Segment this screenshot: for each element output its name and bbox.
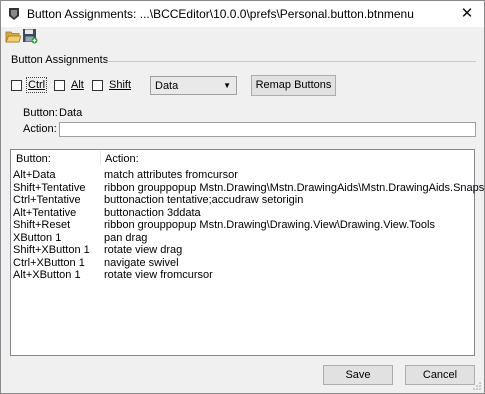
list-item[interactable]: Alt+Data match attributes fromcursor <box>11 169 474 182</box>
list-item-action: buttonaction 3ddata <box>104 206 201 219</box>
column-header-button[interactable]: Button: <box>16 153 51 165</box>
list-item-action: ribbon grouppopup Mstn.Drawing\Drawing.V… <box>104 219 435 231</box>
list-item[interactable]: XButton 1 pan drag <box>11 232 474 245</box>
list-item-action: pan drag <box>104 231 148 244</box>
ctrl-checkbox[interactable]: Ctrl <box>11 77 48 93</box>
list-item-action: ribbon grouppopup Mstn.Drawing\Mstn.Draw… <box>104 181 485 194</box>
list-item-button: Shift+Reset <box>13 219 71 231</box>
list-item[interactable]: Alt+XButton 1 rotate view fromcursor <box>11 269 474 282</box>
cancel-button[interactable]: Cancel <box>405 365 475 385</box>
app-logo-icon <box>9 8 19 20</box>
list-item-button: Shift+Tentative <box>13 181 86 194</box>
list-rows: Alt+Data match attributes fromcursor Shift… <box>11 169 484 282</box>
column-separator[interactable] <box>100 151 101 165</box>
alt-checkbox[interactable]: Alt <box>54 78 84 92</box>
list-header: Button: Action: <box>11 150 474 166</box>
column-header-action[interactable]: Action: <box>105 153 139 165</box>
folder-open-icon[interactable] <box>5 28 21 44</box>
shift-checkbox-label: Shift <box>109 79 132 91</box>
button-field-label: Button: <box>23 107 58 119</box>
close-button[interactable]: ✕ <box>450 1 484 27</box>
resize-grip-icon[interactable] <box>472 381 482 391</box>
group-divider <box>104 61 476 62</box>
remap-buttons-button[interactable]: Remap Buttons <box>251 75 336 96</box>
chevron-down-icon: ▼ <box>223 81 231 90</box>
action-field-label: Action: <box>23 123 57 135</box>
title-bar: Button Assignments: ...\BCCEditor\10.0.0… <box>1 1 484 27</box>
list-item-button: Shift+XButton 1 <box>13 244 90 256</box>
list-item-action: match attributes fromcursor <box>104 169 238 181</box>
list-item-button: XButton 1 <box>13 231 62 244</box>
save-button[interactable]: Save <box>323 365 393 385</box>
alt-checkbox-box[interactable] <box>54 79 65 91</box>
list-item-action: navigate swivel <box>104 256 179 269</box>
list-item[interactable]: Ctrl+XButton 1 navigate swivel <box>11 257 474 270</box>
button-field-value: Data <box>59 107 83 119</box>
list-item-button: Alt+Data <box>13 169 56 181</box>
list-item-button: Alt+XButton 1 <box>13 269 81 281</box>
list-item-action: buttonaction tentative;accudraw setorigi… <box>104 194 304 206</box>
list-item[interactable]: Shift+Tentative ribbon grouppopup Mstn.Dr… <box>11 181 484 195</box>
window-title: Button Assignments: ...\BCCEditor\10.0.0… <box>27 7 414 21</box>
button-type-dropdown[interactable]: Data ▼ <box>150 76 237 95</box>
list-item-button: Ctrl+Tentative <box>13 194 81 206</box>
list-item-action: rotate view drag <box>104 244 183 256</box>
dropdown-value: Data <box>155 80 179 92</box>
shift-checkbox[interactable]: Shift <box>92 78 131 92</box>
list-item[interactable]: Alt+Tentative buttonaction 3ddata <box>11 207 474 220</box>
list-item-button: Alt+Tentative <box>13 206 77 219</box>
group-label: Button Assignments <box>11 54 109 66</box>
list-item[interactable]: Ctrl+Tentative buttonaction tentative;acc… <box>11 194 474 207</box>
list-item[interactable]: Shift+XButton 1 rotate view drag <box>11 244 474 257</box>
shift-checkbox-box[interactable] <box>92 79 103 91</box>
list-item-action: rotate view fromcursor <box>104 269 213 281</box>
list-item-button: Ctrl+XButton 1 <box>13 256 85 269</box>
action-input[interactable] <box>59 122 476 137</box>
list-item[interactable]: Shift+Reset ribbon grouppopup Mstn.Drawin… <box>11 219 474 232</box>
alt-checkbox-label: Alt <box>71 79 84 91</box>
ctrl-checkbox-label: Ctrl <box>25 77 48 93</box>
ctrl-checkbox-box[interactable] <box>11 79 22 91</box>
button-assignments-dialog: Button Assignments: ...\BCCEditor\10.0.0… <box>0 0 485 394</box>
assignments-list[interactable]: Button: Action: Alt+Data match attributes… <box>10 149 484 356</box>
save-disk-icon[interactable] <box>22 28 38 44</box>
